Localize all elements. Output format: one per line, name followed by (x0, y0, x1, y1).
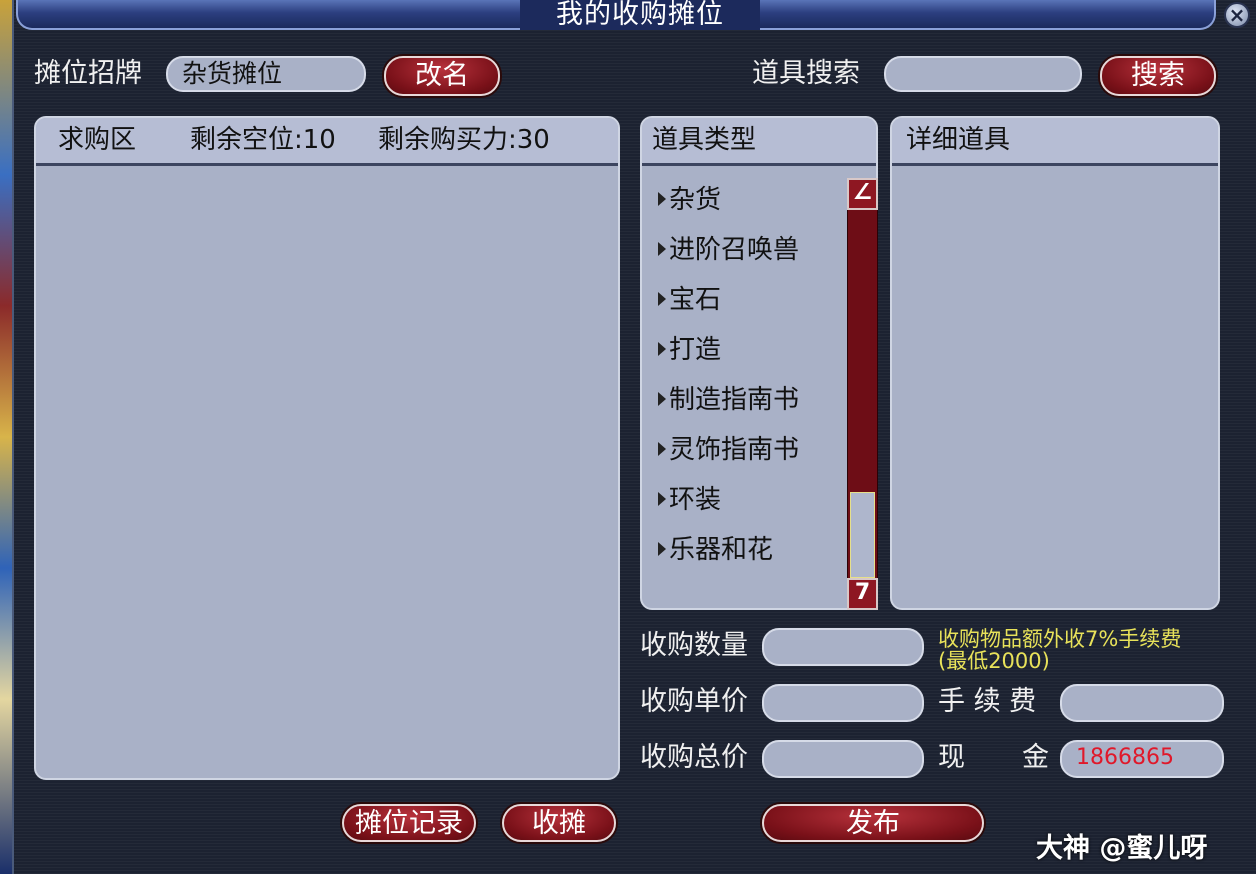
rename-button[interactable]: 改名 (384, 56, 500, 96)
total-price-label: 收购总价 (640, 742, 748, 773)
expand-arrow-icon (658, 341, 666, 356)
scroll-up-icon[interactable]: ∠ (847, 178, 878, 210)
buy-area-title: 求购区 (58, 125, 137, 155)
expand-arrow-icon (658, 541, 666, 556)
cash-value: 1866865 (1060, 740, 1224, 778)
close-stall-button[interactable]: 收摊 (502, 804, 616, 842)
remaining-slots: 剩余空位:10 (190, 125, 336, 155)
expand-arrow-icon (658, 241, 666, 256)
item-type-title: 道具类型 (652, 125, 757, 155)
category-scroll-thumb[interactable] (850, 492, 875, 578)
publish-button[interactable]: 发布 (762, 804, 984, 842)
window-title: 我的收购摊位 (520, 0, 760, 30)
item-type-panel: 道具类型 杂货 进阶召唤兽 宝石 打造 制造指南书 灵饰指南书 环装 乐器和花 (640, 116, 878, 610)
fee-notice-line2: (最低2000) (938, 649, 1050, 673)
expand-arrow-icon (658, 441, 666, 456)
item-search-label: 道具搜索 (752, 58, 860, 89)
category-label: 灵饰指南书 (669, 435, 800, 465)
remaining-purchase-power: 剩余购买力:30 (378, 125, 550, 155)
category-label: 杂货 (669, 185, 722, 215)
search-button[interactable]: 搜索 (1100, 56, 1216, 96)
category-item[interactable]: 环装 (658, 483, 721, 517)
item-detail-header: 详细道具 (892, 118, 1218, 166)
item-search-input[interactable] (884, 56, 1082, 92)
stall-sign-input[interactable]: 杂货摊位 (166, 56, 366, 92)
close-icon[interactable]: × (1224, 2, 1250, 28)
category-label: 环装 (669, 485, 722, 515)
category-label: 打造 (669, 335, 722, 365)
purchase-quantity-input[interactable] (762, 628, 924, 666)
watermark: 大神 @蜜儿呀 (1036, 833, 1208, 864)
unit-price-label: 收购单价 (640, 686, 748, 717)
category-item[interactable]: 制造指南书 (658, 383, 799, 417)
expand-arrow-icon (658, 391, 666, 406)
category-item[interactable]: 进阶召唤兽 (658, 233, 799, 267)
category-item[interactable]: 灵饰指南书 (658, 433, 799, 467)
scroll-down-icon[interactable]: 7 (847, 578, 878, 610)
category-item[interactable]: 杂货 (658, 183, 721, 217)
buy-area-header: 求购区 剩余空位:10 剩余购买力:30 (36, 118, 618, 166)
expand-arrow-icon (658, 491, 666, 506)
fee-notice-line1: 收购物品额外收7%手续费 (938, 627, 1182, 651)
cash-label-right: 金 (1022, 742, 1049, 773)
total-price-input[interactable] (762, 740, 924, 778)
category-label: 乐器和花 (669, 535, 774, 565)
category-item[interactable]: 乐器和花 (658, 533, 773, 567)
category-label: 宝石 (669, 285, 722, 315)
fee-label: 手 续 费 (938, 686, 1037, 717)
category-item[interactable]: 打造 (658, 333, 721, 367)
expand-arrow-icon (658, 191, 666, 206)
item-detail-title: 详细道具 (906, 125, 1011, 155)
purchase-quantity-label: 收购数量 (640, 630, 748, 661)
category-label: 进阶召唤兽 (669, 235, 800, 265)
category-item[interactable]: 宝石 (658, 283, 721, 317)
category-label: 制造指南书 (669, 385, 800, 415)
item-type-header: 道具类型 (642, 118, 876, 166)
cash-label-left: 现 (938, 742, 965, 773)
fee-field (1060, 684, 1224, 722)
buy-area-panel[interactable]: 求购区 剩余空位:10 剩余购买力:30 (34, 116, 620, 780)
unit-price-input[interactable] (762, 684, 924, 722)
stall-record-button[interactable]: 摊位记录 (342, 804, 476, 842)
expand-arrow-icon (658, 291, 666, 306)
item-detail-panel[interactable]: 详细道具 (890, 116, 1220, 610)
stall-sign-label: 摊位招牌 (34, 58, 142, 89)
